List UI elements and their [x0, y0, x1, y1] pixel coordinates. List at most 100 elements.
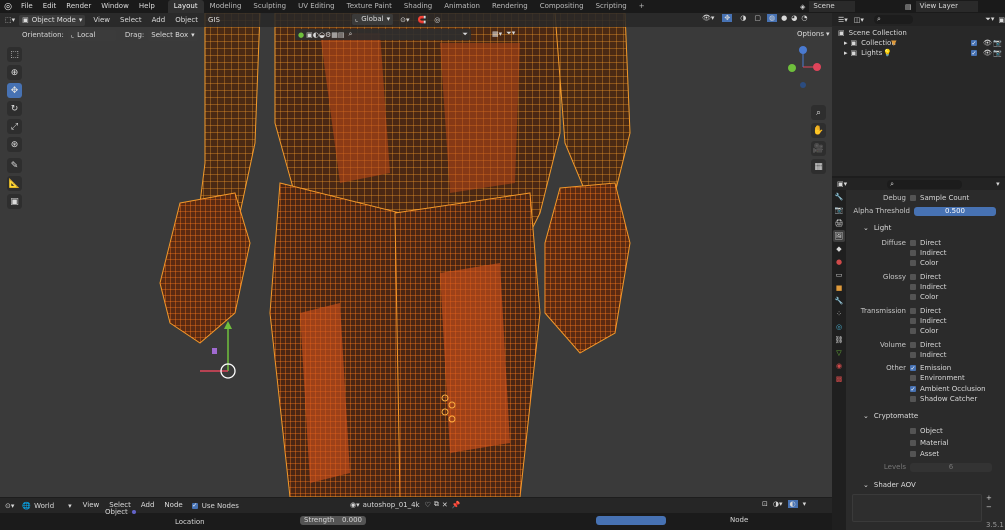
material-tab-icon[interactable]: ◉: [833, 360, 845, 372]
mode-dropdown[interactable]: ▣ Object Mode ▾: [19, 14, 86, 26]
zoom-icon[interactable]: ⌕: [811, 105, 826, 120]
add-workspace-button[interactable]: +: [633, 0, 651, 13]
remove-aov-icon[interactable]: −: [986, 503, 992, 512]
new-collection-icon[interactable]: ▣: [998, 16, 1005, 24]
scene-tab-icon[interactable]: ◆: [833, 243, 845, 255]
pivot-icon[interactable]: ⊙▾: [400, 16, 409, 24]
wireframe-shading-icon[interactable]: ◍: [767, 14, 778, 22]
duplicate-icon[interactable]: ⧉: [434, 500, 439, 509]
texture-tab-icon[interactable]: ▩: [833, 373, 845, 385]
move-tool-icon[interactable]: ✥: [7, 83, 22, 98]
cursor-tool-icon[interactable]: ⊕: [7, 65, 22, 80]
output-tab-icon[interactable]: 🖨: [833, 217, 845, 229]
menu-window[interactable]: Window: [96, 0, 134, 13]
scene-collection-row[interactable]: ▣ Scene Collection: [832, 28, 1005, 38]
particles-tab-icon[interactable]: ⁘: [833, 308, 845, 320]
glossy-direct-checkbox[interactable]: [910, 274, 916, 280]
sample-count-checkbox[interactable]: [910, 195, 916, 201]
backdrop-icon[interactable]: ◐: [787, 500, 798, 508]
vp-menu-object[interactable]: Object: [170, 14, 203, 27]
xray-icon[interactable]: ▢: [754, 14, 761, 22]
diffuse-direct-checkbox[interactable]: [910, 240, 916, 246]
node-menu-add[interactable]: Add: [136, 499, 160, 512]
tab-uv-editing[interactable]: UV Editing: [292, 0, 341, 13]
eye-icon[interactable]: 👁: [983, 49, 992, 57]
world-tab-icon[interactable]: ●: [833, 256, 845, 268]
rendered-shading-icon[interactable]: ◔: [801, 14, 807, 22]
menu-help[interactable]: Help: [134, 0, 160, 13]
shader-aov-panel-header[interactable]: ⌄ Shader AOV: [850, 479, 1000, 490]
tab-animation[interactable]: Animation: [438, 0, 486, 13]
diffuse-color-checkbox[interactable]: [910, 260, 916, 266]
modifier-tab-icon[interactable]: 🔧: [833, 295, 845, 307]
shadow-catcher-checkbox[interactable]: [910, 396, 916, 402]
tab-scripting[interactable]: Scripting: [590, 0, 633, 13]
menu-render[interactable]: Render: [61, 0, 96, 13]
render-tab-icon[interactable]: 📷: [833, 204, 845, 216]
add-aov-icon[interactable]: +: [986, 494, 992, 503]
vp-menu-view[interactable]: View: [88, 14, 115, 27]
camera-icon[interactable]: 📷: [993, 49, 1002, 57]
include-checkbox[interactable]: ✓: [971, 40, 977, 47]
add-cube-tool-icon[interactable]: ▣: [7, 194, 22, 209]
expand-arrow-icon[interactable]: ▸: [844, 49, 848, 57]
node-menu-node[interactable]: Node: [159, 499, 187, 512]
diffuse-indirect-checkbox[interactable]: [910, 250, 916, 256]
vp-menu-select[interactable]: Select: [115, 14, 147, 27]
select-tool-icon[interactable]: ⬚: [7, 47, 22, 62]
vp-menu-gis[interactable]: GIS: [203, 14, 225, 27]
transmission-direct-checkbox[interactable]: [910, 308, 916, 314]
transmission-color-checkbox[interactable]: [910, 328, 916, 334]
expand-arrow-icon[interactable]: ▸: [844, 39, 848, 47]
outliner-item-lights[interactable]: ▸ ▣ Lights 💡 ✓ 👁 📷: [832, 48, 1005, 58]
constraints-tab-icon[interactable]: ⛓: [833, 334, 845, 346]
visibility-icon[interactable]: 👁▾: [702, 14, 714, 22]
eye-icon[interactable]: 👁: [983, 39, 992, 47]
menu-file[interactable]: File: [16, 0, 38, 13]
alpha-threshold-field[interactable]: 0.500: [914, 206, 996, 216]
navigation-gizmo[interactable]: [784, 43, 824, 103]
environment-checkbox[interactable]: [910, 375, 916, 381]
volume-indirect-checkbox[interactable]: [910, 352, 916, 358]
camera-icon[interactable]: 🎥: [811, 141, 826, 156]
light-panel-header[interactable]: ⌄ Light: [850, 222, 1000, 233]
3d-viewport[interactable]: ⬚ ⊕ ✥ ↻ ⤢ ⊛ ✎ 📐 ▣ ⌕ ✋ 🎥 ▦: [0, 13, 832, 497]
scene-selector[interactable]: ◈ Scene: [800, 1, 855, 12]
vp-menu-add[interactable]: Add: [147, 14, 171, 27]
ambient-occlusion-checkbox[interactable]: ✓: [910, 386, 916, 393]
shading-icon[interactable]: ▾: [803, 500, 807, 508]
cryptomatte-panel-header[interactable]: ⌄ Cryptomatte: [850, 410, 1000, 421]
proportional-edit-icon[interactable]: ◎: [434, 16, 440, 24]
object-tab-icon[interactable]: ■: [833, 282, 845, 294]
tab-modeling[interactable]: Modeling: [204, 0, 248, 13]
tool-tab-icon[interactable]: 🔧: [833, 191, 845, 203]
glossy-color-checkbox[interactable]: [910, 294, 916, 300]
view-filter-icon[interactable]: ▦▾: [492, 30, 502, 38]
levels-field[interactable]: 6: [910, 462, 992, 472]
outliner-search-input[interactable]: ⌕: [873, 15, 914, 24]
tab-rendering[interactable]: Rendering: [486, 0, 534, 13]
properties-editor-icon[interactable]: ▣▾: [837, 180, 847, 188]
properties-search-input[interactable]: ⌕: [887, 179, 963, 189]
tab-texture-paint[interactable]: Texture Paint: [341, 0, 398, 13]
crypto-object-checkbox[interactable]: [910, 428, 916, 434]
snapping-icon[interactable]: ⊡: [762, 500, 768, 508]
volume-direct-checkbox[interactable]: [910, 342, 916, 348]
filter-icon[interactable]: ⏷▾: [985, 15, 994, 24]
solid-shading-icon[interactable]: ●: [781, 14, 787, 22]
glossy-indirect-checkbox[interactable]: [910, 284, 916, 290]
menu-edit[interactable]: Edit: [38, 0, 62, 13]
pin-icon[interactable]: 📌: [452, 501, 461, 509]
tab-compositing[interactable]: Compositing: [534, 0, 590, 13]
world-dropdown[interactable]: World: [34, 502, 68, 510]
rotate-tool-icon[interactable]: ↻: [7, 101, 22, 116]
crypto-asset-checkbox[interactable]: [910, 451, 916, 457]
options-button[interactable]: Options ▾: [794, 29, 833, 40]
snap-icon[interactable]: 🧲: [418, 16, 427, 24]
collection-tab-icon[interactable]: ▭: [833, 269, 845, 281]
image-selector[interactable]: ◉▾ autoshop_01_4k ♡ ⧉ ✕ 📌: [350, 500, 461, 509]
overlay-toggle-icon[interactable]: ◑: [740, 14, 746, 22]
view-layer-tab-icon[interactable]: 🖼: [833, 230, 845, 242]
scale-tool-icon[interactable]: ⤢: [7, 119, 22, 134]
shader-editor-icon[interactable]: ⊙▾: [5, 502, 14, 510]
